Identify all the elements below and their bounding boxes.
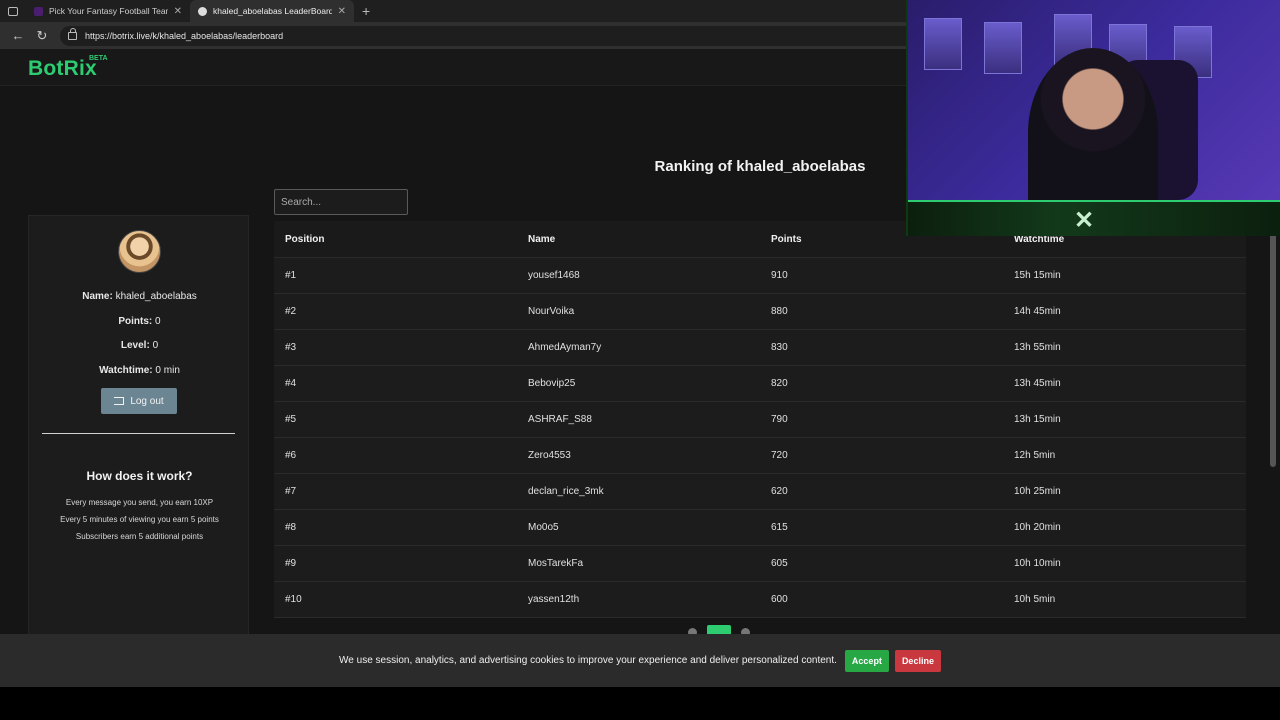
column-header-name[interactable]: Name — [517, 234, 760, 245]
cookie-consent-bar: We use session, analytics, and advertisi… — [0, 634, 1280, 687]
tab-actions-icon[interactable] — [0, 0, 26, 22]
table-row: #2 NourVoika 880 14h 45min — [274, 294, 1246, 330]
logout-button[interactable]: Log out — [101, 388, 177, 414]
cell-name: NourVoika — [528, 306, 575, 317]
cell-position: #9 — [285, 558, 297, 569]
cell-name: Zero4553 — [528, 450, 571, 461]
tab-leaderboard[interactable]: khaled_aboelabas LeaderBoard | ✕ — [190, 0, 354, 22]
accept-cookies-button[interactable]: Accept — [844, 649, 889, 672]
cell-points: 605 — [771, 558, 788, 569]
table-row: #6 Zero4553 720 12h 5min — [274, 438, 1246, 474]
search-input[interactable] — [274, 189, 408, 215]
profile-points: Points: 0 — [118, 316, 161, 327]
bottom-black-strip — [0, 687, 1280, 720]
tab-fantasy-football[interactable]: Pick Your Fantasy Football Team | ✕ — [26, 0, 190, 22]
table-row: #8 Mo0o5 615 10h 20min — [274, 510, 1246, 546]
how-line: Every message you send, you earn 10XP — [65, 498, 214, 507]
cookie-message: We use session, analytics, and advertisi… — [339, 655, 837, 666]
reload-icon[interactable]: ↻ — [30, 25, 54, 47]
how-line: Every 5 minutes of viewing you earn 5 po… — [60, 515, 219, 524]
cell-watchtime: 10h 25min — [1014, 486, 1061, 497]
cell-name: declan_rice_3mk — [528, 486, 604, 497]
logout-label: Log out — [130, 395, 164, 407]
cell-points: 615 — [771, 522, 788, 533]
url-field[interactable]: https://botrix.live/k/khaled_aboelabas/l… — [60, 25, 930, 46]
profile-watchtime: Watchtime: 0 min — [99, 365, 180, 376]
cell-watchtime: 13h 15min — [1014, 414, 1061, 425]
profile-name: Name: khaled_aboelabas — [82, 291, 197, 302]
cell-position: #4 — [285, 378, 297, 389]
cell-watchtime: 10h 5min — [1014, 594, 1056, 605]
cell-name: ASHRAF_S88 — [528, 414, 592, 425]
cell-name: yousef1468 — [528, 270, 580, 281]
table-row: #3 AhmedAyman7y 830 13h 55min — [274, 330, 1246, 366]
streamer-person — [1028, 48, 1158, 218]
cell-watchtime: 12h 5min — [1014, 450, 1056, 461]
cell-watchtime: 13h 45min — [1014, 378, 1061, 389]
poster-image — [984, 22, 1022, 74]
tab-title: khaled_aboelabas LeaderBoard | — [213, 6, 332, 16]
table-row: #1 yousef1468 910 15h 15min — [274, 258, 1246, 294]
how-line: Subscribers earn 5 additional points — [75, 532, 204, 541]
beta-badge: BETA — [89, 55, 108, 62]
cell-watchtime: 15h 15min — [1014, 270, 1061, 281]
cell-points: 600 — [771, 594, 788, 605]
back-arrow-icon[interactable]: ← — [6, 25, 30, 47]
tab-favicon-icon — [198, 6, 207, 16]
table-row: #10 yassen12th 600 10h 5min — [274, 582, 1246, 618]
cell-position: #10 — [285, 594, 302, 605]
table-row: #5 ASHRAF_S88 790 13h 15min — [274, 402, 1246, 438]
cell-name: Bebovip25 — [528, 378, 576, 389]
page-scrollbar[interactable] — [1270, 217, 1276, 467]
cell-points: 790 — [771, 414, 788, 425]
cell-watchtime: 10h 10min — [1014, 558, 1061, 569]
cell-points: 830 — [771, 342, 788, 353]
cell-points: 620 — [771, 486, 788, 497]
close-tab-icon[interactable]: ✕ — [338, 6, 346, 17]
avatar — [118, 230, 161, 273]
profile-card: Name: khaled_aboelabas Points: 0 Level: … — [28, 215, 249, 687]
cell-position: #8 — [285, 522, 297, 533]
decline-cookies-button[interactable]: Decline — [894, 649, 941, 672]
x-logo-icon: ✕ — [1074, 207, 1095, 234]
cell-points: 820 — [771, 378, 788, 389]
close-tab-icon[interactable]: ✕ — [174, 6, 182, 17]
cell-position: #1 — [285, 270, 297, 281]
botrix-logo[interactable]: BotRix — [28, 57, 97, 81]
lock-icon — [68, 27, 77, 40]
cell-points: 880 — [771, 306, 788, 317]
cell-name: MosTarekFa — [528, 558, 584, 569]
cell-watchtime: 10h 20min — [1014, 522, 1061, 533]
new-tab-plus-icon[interactable]: + — [354, 3, 378, 19]
cell-position: #7 — [285, 486, 297, 497]
cell-watchtime: 13h 55min — [1014, 342, 1061, 353]
column-header-position[interactable]: Position — [274, 234, 517, 245]
table-row: #4 Bebovip25 820 13h 45min — [274, 366, 1246, 402]
cell-name: yassen12th — [528, 594, 580, 605]
cell-position: #6 — [285, 450, 297, 461]
how-it-works-title: How does it work? — [86, 469, 193, 483]
cell-position: #2 — [285, 306, 297, 317]
tab-favicon-icon — [34, 6, 43, 16]
profile-level: Level: 0 — [120, 340, 159, 351]
cell-position: #5 — [285, 414, 297, 425]
leaderboard-table: Position Name Points Watchtime #1 yousef… — [274, 221, 1246, 618]
page-title: Ranking of khaled_aboelabas — [654, 158, 866, 175]
cell-position: #3 — [285, 342, 297, 353]
cell-points: 720 — [771, 450, 788, 461]
cell-name: AhmedAyman7y — [528, 342, 602, 353]
divider — [42, 433, 235, 434]
url-text: https://botrix.live/k/khaled_aboelabas/l… — [85, 30, 284, 41]
cell-name: Mo0o5 — [528, 522, 559, 533]
logout-icon — [114, 397, 125, 405]
table-row: #9 MosTarekFa 605 10h 10min — [274, 546, 1246, 582]
table-row: #7 declan_rice_3mk 620 10h 25min — [274, 474, 1246, 510]
cell-watchtime: 14h 45min — [1014, 306, 1061, 317]
tab-title: Pick Your Fantasy Football Team | — [49, 6, 168, 16]
cell-points: 910 — [771, 270, 788, 281]
poster-image — [924, 18, 962, 70]
webcam-overlay: ✕ — [906, 0, 1280, 236]
